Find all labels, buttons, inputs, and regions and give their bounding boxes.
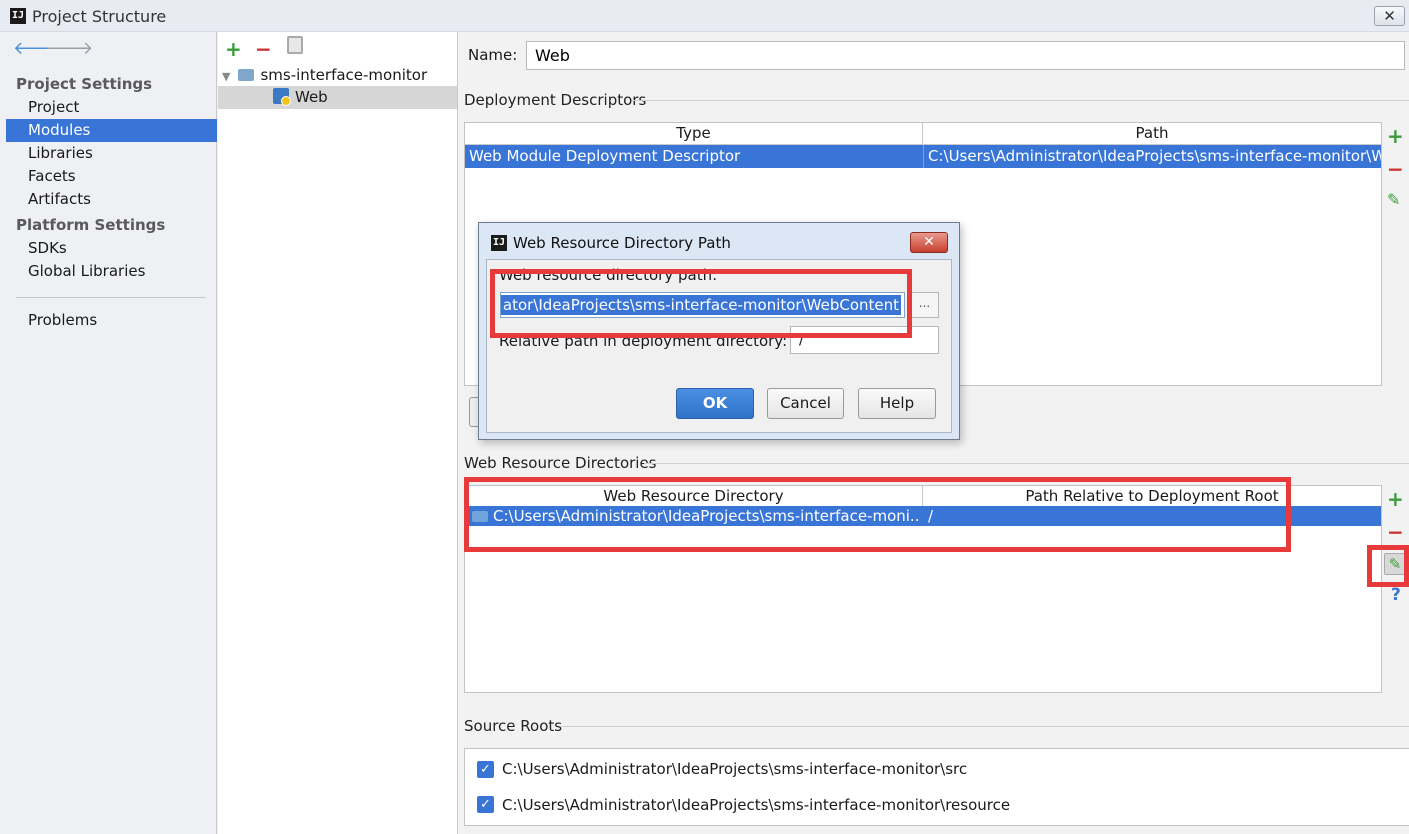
source-root-label: C:\Users\Administrator\IdeaProjects\sms-… (502, 796, 1011, 814)
sidebar-item-sdks[interactable]: SDKs (6, 237, 217, 260)
sidebar-item-modules[interactable]: Modules (6, 119, 217, 142)
tree-item-web[interactable]: Web (218, 86, 457, 109)
sidebar-item-problems[interactable]: Problems (6, 309, 217, 332)
browse-button[interactable]: ... (910, 292, 939, 318)
sidebar-divider (16, 297, 206, 298)
platform-settings-header: Platform Settings (16, 216, 166, 234)
name-input[interactable] (526, 41, 1405, 70)
deployment-type-cell: Web Module Deployment Descriptor (469, 147, 741, 165)
section-divider (632, 100, 1409, 101)
annotation-box-path (490, 269, 912, 338)
annotation-box-web-resource (464, 477, 1291, 552)
app-logo-icon: IJ (10, 8, 26, 24)
source-root-checkbox[interactable]: ✓ (477, 761, 494, 778)
dialog-title: Web Resource Directory Path (513, 234, 731, 252)
web-resource-directories-title: Web Resource Directories (464, 454, 657, 472)
title-bar (0, 0, 1409, 32)
edit-descriptor-icon[interactable]: ✎ (1387, 190, 1400, 209)
sidebar-item-facets[interactable]: Facets (6, 165, 217, 188)
project-settings-header: Project Settings (16, 75, 153, 93)
tree-item-root[interactable]: ▼ sms-interface-monitor (222, 64, 427, 86)
ok-button[interactable]: OK (676, 388, 754, 419)
remove-module-icon[interactable]: − (255, 37, 272, 61)
name-label: Name: (468, 46, 518, 64)
add-descriptor-icon[interactable]: + (1387, 124, 1404, 148)
remove-web-resource-icon[interactable]: − (1387, 520, 1404, 544)
module-tree-panel (218, 32, 458, 834)
sidebar-item-global-libraries[interactable]: Global Libraries (6, 260, 217, 283)
column-header-path[interactable]: Path (923, 123, 1381, 145)
cancel-button[interactable]: Cancel (767, 388, 844, 419)
source-root-label: C:\Users\Administrator\IdeaProjects\sms-… (502, 760, 968, 778)
tree-web-label: Web (295, 88, 328, 106)
dialog-logo-icon: IJ (491, 235, 507, 251)
add-module-icon[interactable]: + (225, 37, 242, 61)
deployment-descriptors-title: Deployment Descriptors (464, 91, 647, 109)
add-web-resource-icon[interactable]: + (1387, 487, 1404, 511)
web-facet-icon (273, 88, 291, 106)
source-root-checkbox[interactable]: ✓ (477, 796, 494, 813)
dialog-close-button[interactable]: ✕ (910, 232, 948, 253)
window-close-button[interactable]: ✕ (1374, 6, 1405, 26)
deployment-path-cell: C:\Users\Administrator\IdeaProjects\sms-… (928, 147, 1381, 165)
sidebar-item-artifacts[interactable]: Artifacts (6, 188, 217, 211)
section-divider (560, 726, 1409, 727)
forward-arrow-icon[interactable]: 🡒 (45, 38, 93, 59)
column-header-type[interactable]: Type (465, 123, 923, 145)
sidebar-item-project[interactable]: Project (6, 96, 217, 119)
tree-root-label: sms-interface-monitor (260, 66, 428, 84)
source-roots-title: Source Roots (464, 717, 563, 735)
annotation-box-edit (1367, 545, 1409, 587)
module-folder-icon (238, 69, 255, 81)
sidebar-item-libraries[interactable]: Libraries (6, 142, 217, 165)
copy-module-icon[interactable] (287, 36, 303, 54)
help-button[interactable]: Help (858, 388, 936, 419)
window-title: Project Structure (32, 7, 167, 26)
expand-arrow-icon[interactable]: ▼ (222, 70, 230, 83)
help-icon[interactable]: ? (1391, 585, 1401, 605)
table-row[interactable]: Web Module Deployment Descriptor C:\User… (465, 145, 1381, 168)
remove-descriptor-icon[interactable]: − (1387, 157, 1404, 181)
section-divider (644, 463, 1409, 464)
